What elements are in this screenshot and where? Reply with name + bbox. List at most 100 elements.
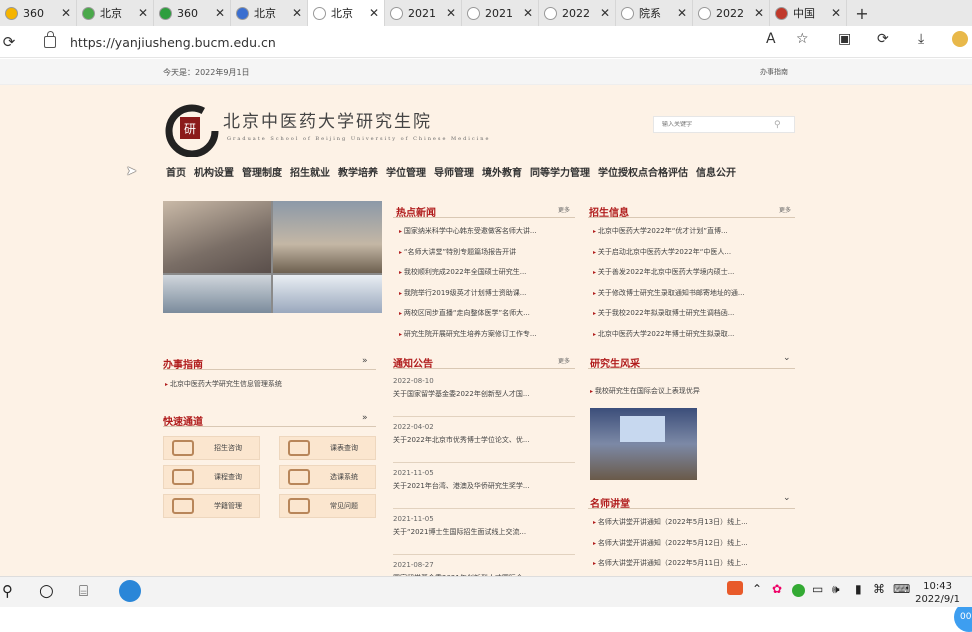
favorite-icon[interactable]: ☆ [796, 31, 809, 47]
close-icon[interactable]: ✕ [292, 6, 302, 20]
list-item[interactable]: 关于启动北京中医药大学2022年“中医人... [593, 247, 793, 268]
search-icon[interactable]: ⚲ [2, 582, 13, 600]
news-photo-carousel[interactable] [163, 201, 382, 313]
quick-access-button[interactable]: 学籍管理 [163, 494, 260, 518]
lock-icon[interactable] [44, 31, 56, 48]
keyboard-icon[interactable]: ⌨ [893, 582, 910, 596]
quick-access-button[interactable]: 课表查询 [279, 436, 376, 460]
new-tab-button[interactable]: + [847, 4, 877, 23]
reload-icon[interactable]: ⟳ [0, 33, 21, 51]
list-item[interactable]: 北京中医药大学研究生信息管理系统 [165, 379, 375, 400]
read-aloud-icon[interactable]: A [766, 31, 776, 47]
list-item[interactable]: 我校研究生在国际会议上表现优异 [590, 386, 790, 407]
chevron-down-icon[interactable]: ⌄ [783, 493, 791, 503]
browser-tab[interactable]: 北京 ✕ [231, 0, 308, 26]
close-icon[interactable]: ✕ [754, 6, 764, 20]
url-field[interactable]: https://yanjiusheng.bucm.edu.cn [32, 29, 752, 55]
nav-item[interactable]: 机构设置 [194, 164, 234, 179]
browser-tab[interactable]: 2021 ✕ [462, 0, 539, 26]
notice-item[interactable]: 2021-11-05 关于2021年台湾、港澳及华侨研究生奖学... [393, 469, 575, 509]
app-tray-icon[interactable] [727, 581, 743, 595]
system-clock[interactable]: 10:43 2022/9/1 [915, 580, 960, 606]
browser-tab[interactable]: 中国 ✕ [770, 0, 847, 26]
list-item[interactable]: 北京中医药大学2022年博士研究生拟录取... [593, 329, 793, 350]
nav-item[interactable]: 教学培养 [338, 164, 378, 179]
network-icon[interactable]: ⌘ [873, 582, 885, 596]
quick-more-icon[interactable]: » [362, 413, 368, 423]
battery-icon[interactable]: ▭ [812, 582, 823, 596]
browser-tab[interactable]: 北京 ✕ [308, 0, 385, 26]
list-item[interactable]: 名师大讲堂开讲通知（2022年5月12日）线上... [593, 538, 793, 559]
browser-tab[interactable]: 360 ✕ [154, 0, 231, 26]
list-item[interactable]: 关于我校2022年拟录取博士研究生调档函... [593, 308, 793, 329]
nav-item[interactable]: 导师管理 [434, 164, 474, 179]
quick-access-button[interactable]: 常见问题 [279, 494, 376, 518]
microphone-icon[interactable]: ▮ [855, 582, 862, 596]
notice-more-link[interactable]: 更多 [558, 356, 570, 365]
chevron-down-icon[interactable]: ⌄ [783, 353, 791, 363]
close-icon[interactable]: ✕ [677, 6, 687, 20]
browser-tab[interactable]: 北京 ✕ [77, 0, 154, 26]
admission-more-link[interactable]: 更多 [779, 205, 791, 214]
tray-icon[interactable]: ✿ [772, 582, 782, 596]
task-view-circle-icon[interactable]: ○ [39, 581, 54, 601]
notice-item[interactable]: 2022-04-02 关于2022年北京市优秀博士学位论文、优... [393, 423, 575, 463]
tray-icon[interactable] [792, 584, 805, 597]
url-text[interactable]: https://yanjiusheng.bucm.edu.cn [70, 35, 276, 50]
nav-item[interactable]: 管理制度 [242, 164, 282, 179]
extensions-icon[interactable]: ⟳ [877, 31, 889, 47]
chevron-up-icon[interactable]: ⌃ [752, 582, 762, 596]
hot-news-more-link[interactable]: 更多 [558, 205, 570, 214]
list-item[interactable]: 名师大讲堂开讲通知（2022年5月13日）线上... [593, 517, 793, 538]
close-icon[interactable]: ✕ [600, 6, 610, 20]
close-icon[interactable]: ✕ [446, 6, 456, 20]
list-item[interactable]: 我校顺利完成2022年全国硕士研究生... [399, 267, 574, 288]
profile-avatar[interactable] [952, 31, 968, 47]
notice-item[interactable]: 2022-08-10 关于国家留学基金委2022年创新型人才国... [393, 377, 575, 417]
notice-text[interactable]: 关于国家留学基金委2022年创新型人才国... [393, 389, 575, 399]
list-item[interactable]: 我院举行2019级英才计划博士资助课... [399, 288, 574, 309]
notice-item[interactable]: 2021-11-05 关于“2021博士生国际招生面试线上交流... [393, 515, 575, 555]
close-icon[interactable]: ✕ [215, 6, 225, 20]
university-logo-icon[interactable]: 研 [162, 99, 220, 157]
guide-link[interactable]: 办事指南 [760, 67, 788, 77]
list-item[interactable]: 两校区同步直播“走向整体医学”名师大... [399, 308, 574, 329]
close-icon[interactable]: ✕ [831, 6, 841, 20]
notice-text[interactable]: 关于“2021博士生国际招生面试线上交流... [393, 527, 575, 537]
list-item[interactable]: 关于修改博士研究生录取通知书邮寄地址的通... [593, 288, 793, 309]
close-icon[interactable]: ✕ [138, 6, 148, 20]
list-item[interactable]: 研究生院开展研究生培养方案修订工作专... [399, 329, 574, 350]
collections-icon[interactable]: ▣ [838, 31, 851, 47]
download-icon[interactable]: ⤓ [918, 31, 924, 47]
browser-tab[interactable]: 360 ✕ [0, 0, 77, 26]
browser-tab[interactable]: 2022 ✕ [693, 0, 770, 26]
edge-browser-icon[interactable] [119, 580, 141, 602]
close-icon[interactable]: ✕ [369, 6, 379, 20]
quick-access-button[interactable]: 课程查询 [163, 465, 260, 489]
quick-access-button[interactable]: 选课系统 [279, 465, 376, 489]
nav-item[interactable]: 首页 [166, 164, 186, 179]
list-item[interactable]: 关于善发2022年北京中医药大学境内硕士... [593, 267, 793, 288]
close-icon[interactable]: ✕ [61, 6, 71, 20]
notice-text[interactable]: 关于2021年台湾、港澳及华侨研究生奖学... [393, 481, 575, 491]
nav-item[interactable]: 同等学力管理 [530, 164, 590, 179]
search-input[interactable] [654, 121, 774, 128]
nav-item[interactable]: 招生就业 [290, 164, 330, 179]
list-item[interactable]: 北京中医药大学2022年“优才计划”直博... [593, 226, 793, 247]
nav-item[interactable]: 学位管理 [386, 164, 426, 179]
notice-text[interactable]: 关于2022年北京市优秀博士学位论文、优... [393, 435, 575, 445]
browser-tab[interactable]: 院系 ✕ [616, 0, 693, 26]
nav-item[interactable]: 境外教育 [482, 164, 522, 179]
volume-icon[interactable]: 🕪 [832, 582, 840, 597]
browser-tab[interactable]: 2021 ✕ [385, 0, 462, 26]
quick-access-button[interactable]: 招生咨询 [163, 436, 260, 460]
conference-photo[interactable] [590, 408, 697, 480]
list-item[interactable]: 国家纳米科学中心韩东受邀做客名师大讲... [399, 226, 574, 247]
task-view-icon[interactable]: ⌸ [79, 582, 88, 600]
list-item[interactable]: “名师大讲堂”特别专题篇场报告开讲 [399, 247, 574, 268]
search-icon[interactable]: ⚲ [774, 120, 781, 130]
nav-item[interactable]: 信息公开 [696, 164, 736, 179]
guide-more-icon[interactable]: » [362, 356, 368, 366]
browser-tab[interactable]: 2022 ✕ [539, 0, 616, 26]
close-icon[interactable]: ✕ [523, 6, 533, 20]
